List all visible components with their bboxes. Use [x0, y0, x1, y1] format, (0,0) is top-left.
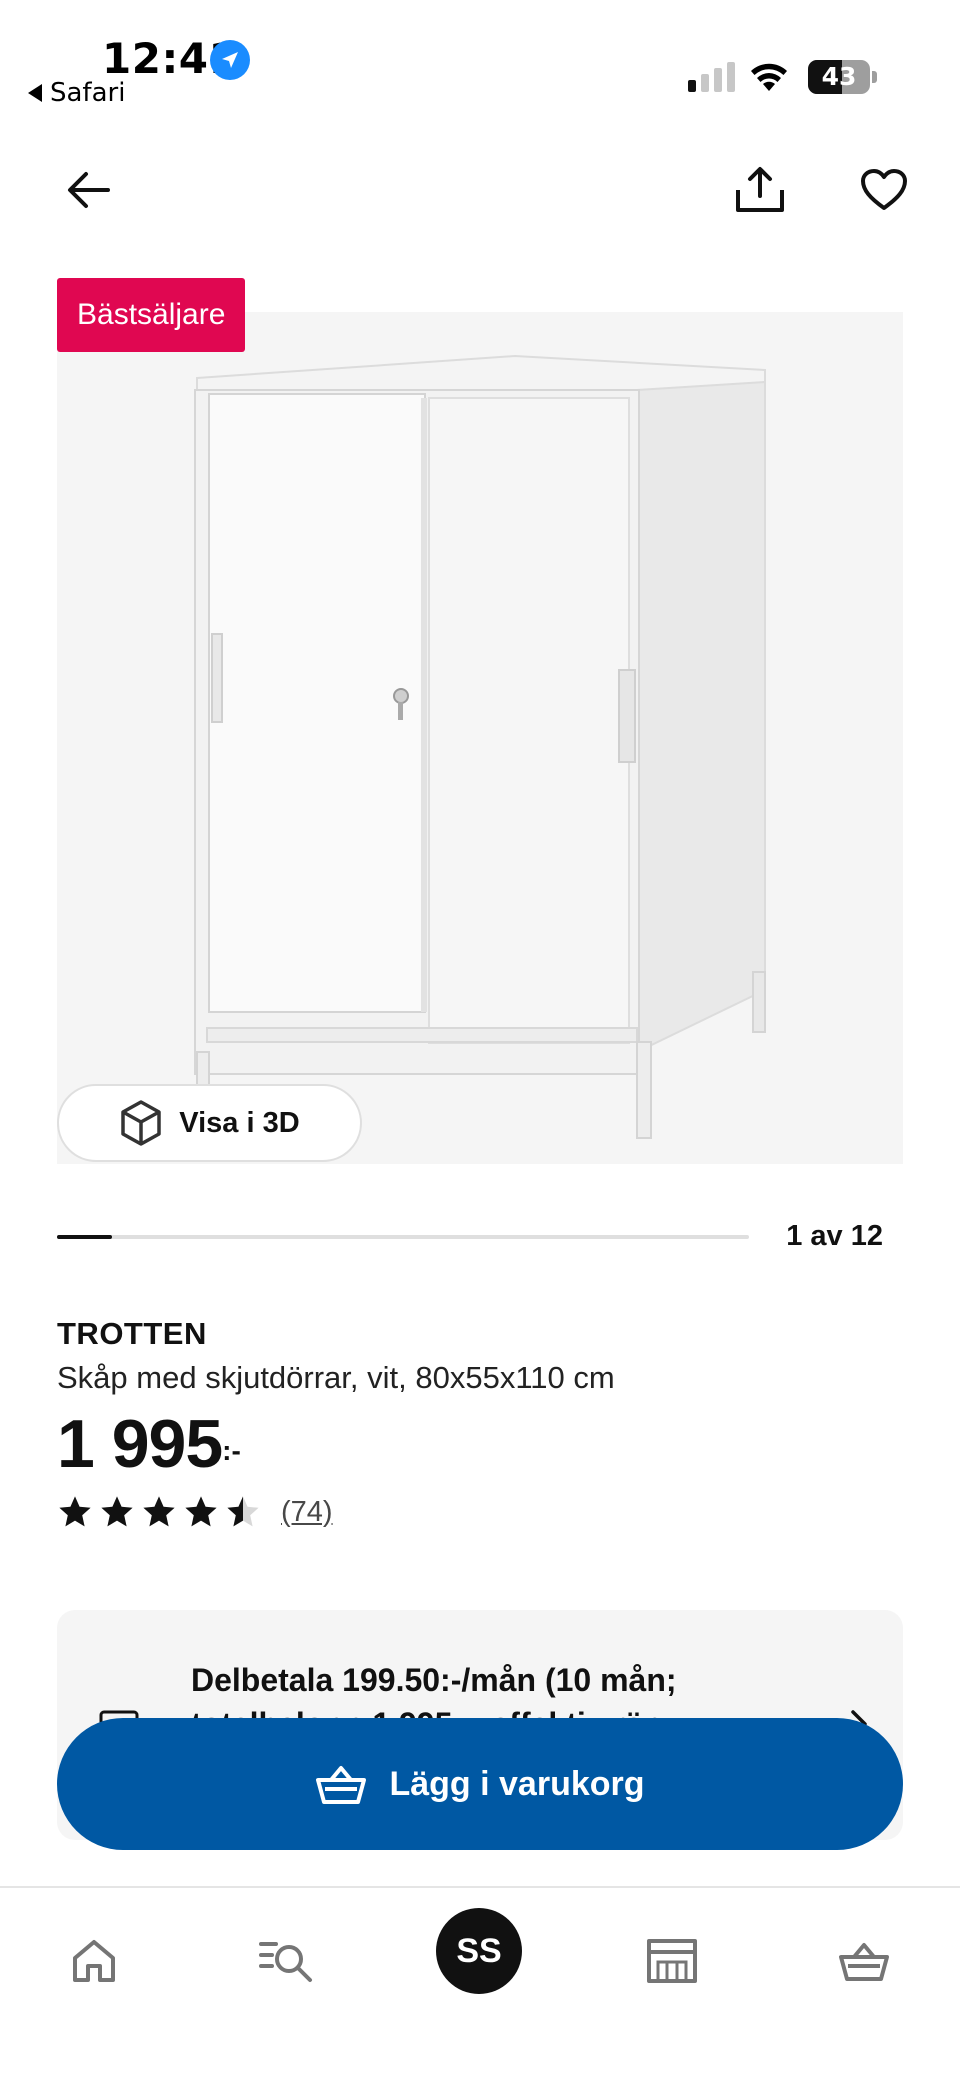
star-icon: [101, 1496, 133, 1527]
rating-count[interactable]: (74): [281, 1496, 333, 1529]
back-triangle-icon: [28, 84, 42, 102]
basket-icon: [839, 1943, 889, 1981]
add-to-cart-button[interactable]: Lägg i varukorg: [57, 1718, 903, 1850]
add-to-cart-label: Lägg i varukorg: [389, 1764, 645, 1803]
cube-icon: [121, 1100, 162, 1146]
view-3d-label: Visa i 3D: [179, 1106, 300, 1139]
favorite-button[interactable]: [852, 158, 916, 222]
image-carousel-progress: [57, 1235, 749, 1239]
tab-home[interactable]: [54, 1916, 134, 2006]
tab-cart[interactable]: [824, 1916, 904, 2006]
search-list-icon: [259, 1942, 312, 1982]
wifi-icon: [748, 58, 790, 97]
price-value: 1 995: [57, 1406, 223, 1482]
back-button[interactable]: [58, 160, 118, 220]
back-to-safari[interactable]: Safari: [28, 78, 125, 108]
tab-search[interactable]: [246, 1916, 326, 2006]
tab-profile-avatar[interactable]: SS: [436, 1908, 522, 1994]
price-suffix: :-: [222, 1435, 241, 1466]
battery-icon: 43: [808, 60, 877, 94]
battery-level: 43: [821, 62, 857, 91]
carousel-progress-fill: [57, 1235, 113, 1239]
star-icon: [143, 1496, 175, 1527]
product-price: 1 995 :-: [57, 1405, 241, 1483]
shopping-bag-icon: [316, 1766, 367, 1804]
home-icon: [73, 1940, 115, 1982]
rating-stars: [57, 1494, 261, 1530]
tab-store[interactable]: [632, 1916, 712, 2006]
back-app-label: Safari: [50, 78, 126, 108]
heart-icon: [861, 169, 907, 210]
share-button[interactable]: [728, 158, 792, 222]
bottom-tab-bar: SS: [0, 1886, 960, 2087]
star-icon: [59, 1496, 91, 1527]
bestseller-badge: Bästsäljare: [57, 278, 246, 352]
image-page-count: 1 av 12: [786, 1220, 883, 1252]
location-icon: [210, 40, 250, 80]
cellular-signal-icon: [688, 62, 735, 92]
store-icon: [647, 1939, 697, 1983]
share-icon: [736, 167, 784, 212]
view-3d-button[interactable]: Visa i 3D: [57, 1084, 362, 1162]
product-name: TROTTEN: [57, 1316, 207, 1351]
product-description: Skåp med skjutdörrar, vit, 80x55x110 cm: [57, 1360, 615, 1395]
product-rating[interactable]: (74): [57, 1494, 333, 1530]
product-image[interactable]: [57, 312, 903, 1164]
installment-line-1: Delbetala 199.50:-/mån (10 mån;: [191, 1662, 677, 1698]
arrow-left-icon: [68, 172, 110, 208]
status-bar: 12:41 Safari 43: [0, 0, 960, 120]
star-icon: [227, 1496, 259, 1527]
cabinet-illustration: [194, 354, 766, 1139]
star-icon: [185, 1496, 217, 1527]
